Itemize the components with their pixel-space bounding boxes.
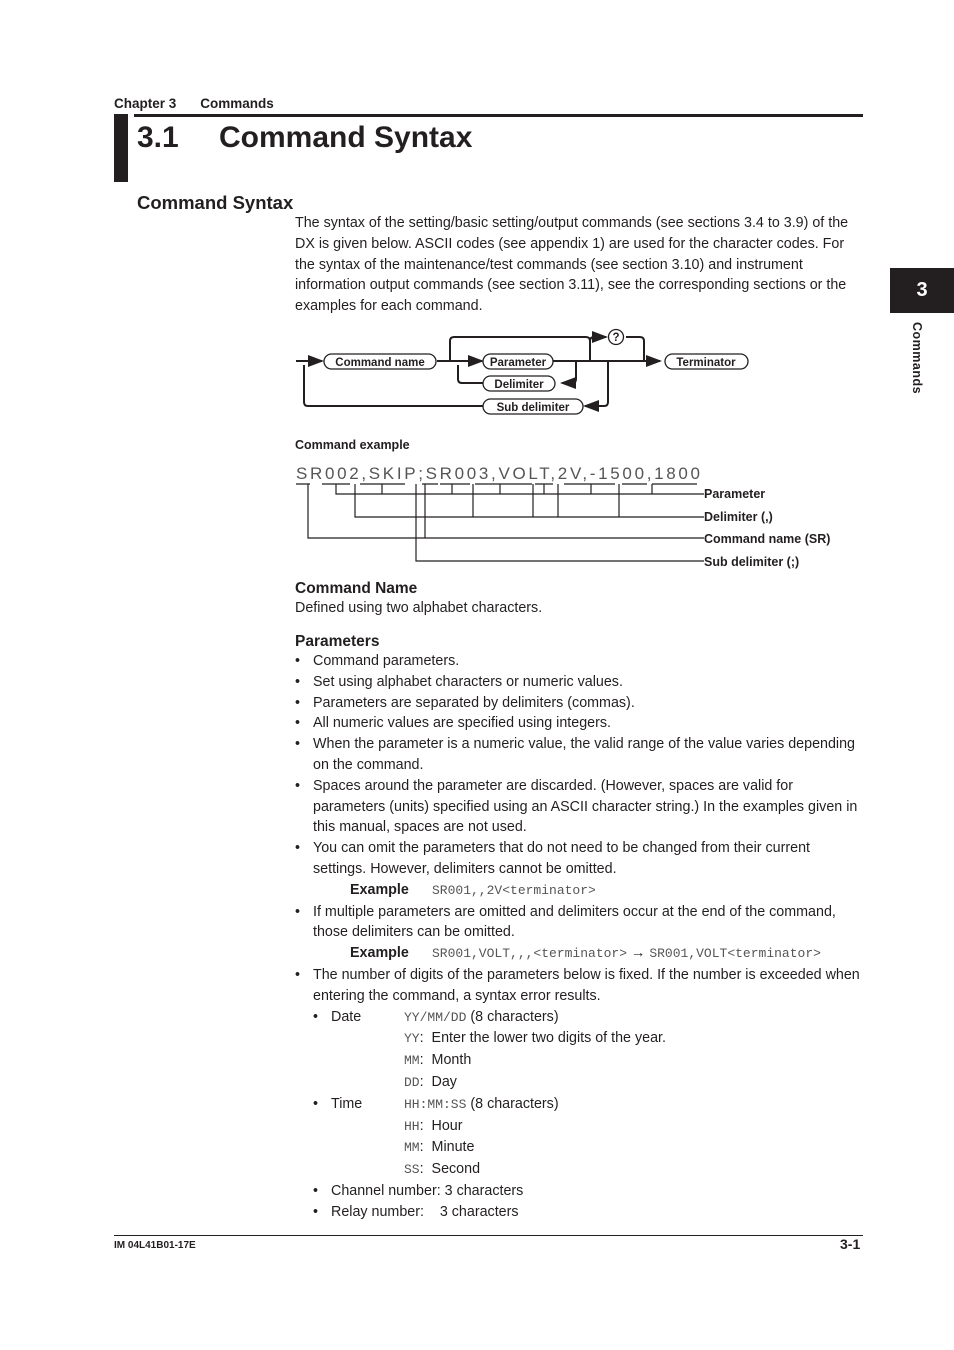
diagram-sub-delimiter: Sub delimiter [497,402,570,414]
chapter-title: Commands [200,96,274,111]
list-item: When the parameter is a numeric value, t… [295,734,865,776]
time-chars: (8 characters) [466,1095,559,1112]
date-part-code: MM [404,1053,420,1069]
list-item: Set using alphabet characters or numeric… [295,672,865,693]
parameters-heading: Parameters [295,633,380,650]
date-chars: (8 characters) [466,1008,559,1025]
diagram-delimiter: Delimiter [494,379,544,391]
page-number: 3-1 [840,1236,861,1252]
subsection-title: Command Syntax [137,192,294,213]
diagram-parameter: Parameter [490,357,547,369]
date-part-code: YY [404,1031,420,1047]
annotation-command-name: Command name (SR) [704,532,830,546]
chapter-tab[interactable]: 3 [890,268,954,313]
list-item-text: The number of digits of the parameters b… [313,966,860,1004]
relay-item: Relay number: 3 characters [313,1202,865,1223]
time-format: HH:MM:SS [404,1096,467,1112]
arrow-icon: → [631,945,646,962]
diagram-terminator: Terminator [676,357,736,369]
section-title-text: Command Syntax [219,121,473,154]
list-item: The number of digits of the parameters b… [295,965,865,1223]
example-code-from: SR001,VOLT,,,<terminator> [432,946,628,962]
list-item: All numeric values are specified using i… [295,713,865,734]
intro-paragraph: The syntax of the setting/basic setting/… [295,215,849,315]
command-name-section: Command Name Defined using two alphabet … [295,580,865,616]
example-row: Example SR001,,2V<terminator> [313,880,865,902]
time-part-desc: Hour [431,1117,463,1134]
time-item: Time HH:MM:SS (8 characters) HH: Hour MM… [313,1094,865,1181]
annotation-delimiter: Delimiter (,) [704,510,773,524]
date-format: YY/MM/DD [404,1009,467,1025]
diagram-query: ? [612,332,619,344]
chapter-number: Chapter 3 [114,96,177,111]
footer-rule [114,1235,863,1236]
parameters-list: Command parameters. Set using alphabet c… [295,651,865,1223]
time-part-code: HH [404,1118,420,1134]
date-part-desc: Day [431,1073,457,1090]
annotation-parameter: Parameter [704,487,765,501]
date-part-code: DD [404,1074,420,1090]
time-part-code: SS [404,1162,420,1178]
list-item: If multiple parameters are omitted and d… [295,902,865,965]
command-example-text: SR002,SKIP;SR003,VOLT,2V,-1500,1800 [296,464,700,483]
list-item-text: If multiple parameters are omitted and d… [313,903,836,941]
date-part-desc: Month [431,1052,472,1069]
time-part-code: MM [404,1140,420,1156]
section-number: 3.1 [137,121,179,154]
example-row: Example SR001,VOLT,,,<terminator> → SR001… [313,943,865,965]
list-item-text: You can omit the parameters that do not … [313,840,810,877]
list-item: Command parameters. [295,651,865,672]
section-bar [114,114,128,182]
annotation-sub-delimiter: Sub delimiter (;) [704,555,799,569]
date-item: Date YY/MM/DD (8 characters) YY: Enter t… [313,1007,865,1094]
list-item: You can omit the parameters that do not … [295,838,865,901]
parameters-section: Parameters Command parameters. Set using… [295,633,865,1223]
example-code-to: SR001,VOLT<terminator> [649,946,821,962]
command-example-label: Command example [295,438,410,452]
command-example-diagram: SR002,SKIP;SR003,VOLT,2V,-1500,1800 Para… [296,464,830,569]
chapter-tab-label: Commands [910,322,924,395]
date-label: Date [331,1008,362,1025]
time-part-desc: Second [431,1161,481,1178]
example-code: SR001,,2V<terminator> [432,882,596,898]
document-id: IM 04L41B01-17E [114,1240,196,1251]
list-item: Spaces around the parameter are discarde… [295,776,865,838]
header-rule [134,114,863,117]
command-name-text: Defined using two alphabet characters. [295,600,543,616]
example-label: Example [350,945,409,962]
date-part-desc: Enter the lower two digits of the year. [431,1030,666,1047]
syntax-diagram: Command name Parameter Delimiter Sub del… [296,328,749,415]
list-item: Parameters are separated by delimiters (… [295,693,865,714]
diagram-command-name: Command name [335,357,424,369]
time-label: Time [331,1095,363,1112]
time-part-desc: Minute [431,1139,475,1156]
chapter-header: Chapter 3 Commands [114,96,274,111]
channel-item: Channel number: 3 characters [313,1181,865,1202]
section-title: 3.1 Command Syntax [137,121,472,155]
command-name-heading: Command Name [295,580,418,597]
example-label: Example [350,881,409,898]
fixed-digits-list: Date YY/MM/DD (8 characters) YY: Enter t… [313,1007,865,1223]
